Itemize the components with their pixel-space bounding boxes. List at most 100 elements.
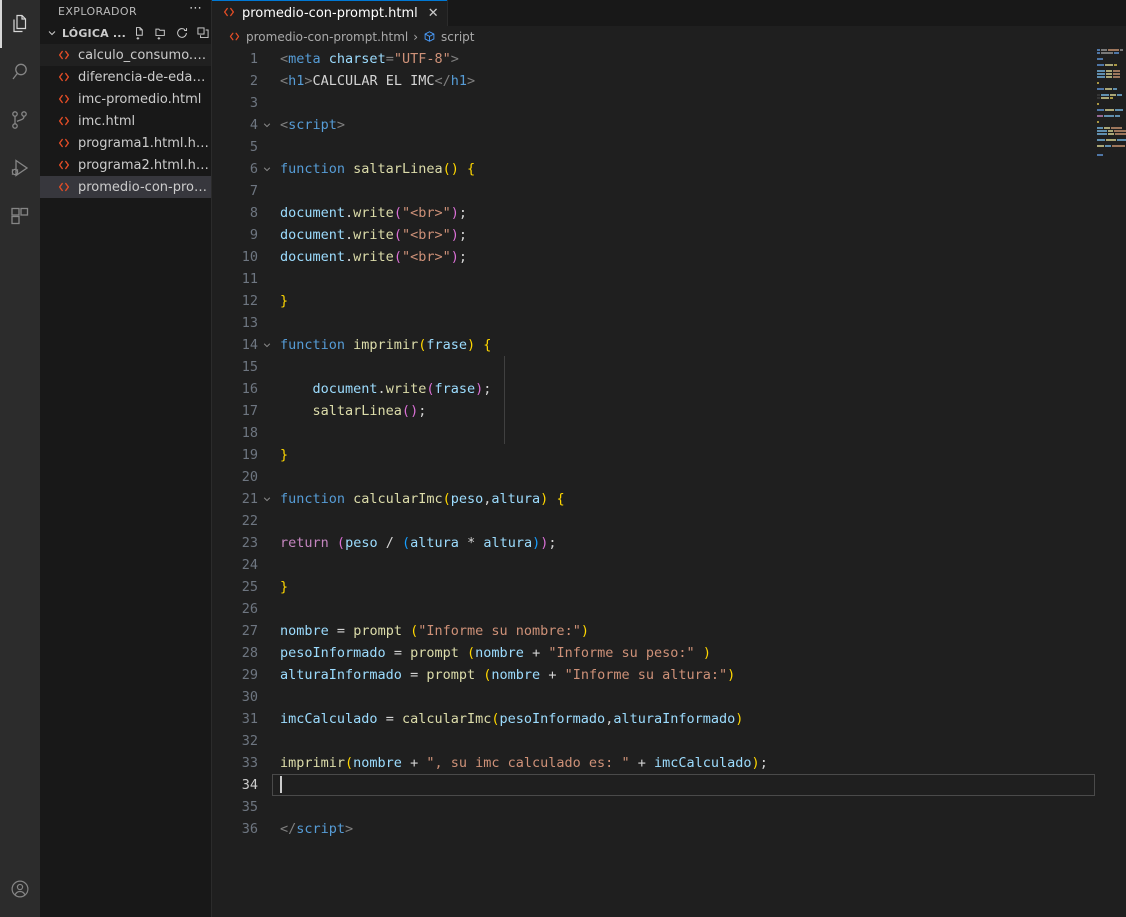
new-folder-icon[interactable] xyxy=(153,25,169,41)
fold-chevron-icon[interactable] xyxy=(258,164,276,174)
symbol-field-icon xyxy=(423,28,436,47)
new-file-icon[interactable] xyxy=(132,25,148,41)
code-text: </script> xyxy=(280,821,354,837)
folder-header-logica[interactable]: LÓGICA ... xyxy=(40,22,211,44)
code-line[interactable]: 21 function calcularImc(peso,altura) { xyxy=(212,488,1126,510)
code-line[interactable]: 34 xyxy=(212,774,1126,796)
code-line[interactable]: 23 return (peso / (altura * altura)); xyxy=(212,532,1126,554)
code-line[interactable]: 3 xyxy=(212,92,1126,114)
html-file-icon xyxy=(56,180,72,194)
line-number: 18 xyxy=(241,425,258,441)
code-text: document.write(frase); xyxy=(312,381,492,397)
indent-guide xyxy=(504,356,505,444)
breadcrumb-symbol-label: script xyxy=(441,30,475,44)
file-tree-item-label: promedio-con-promp... xyxy=(78,179,211,195)
code-line[interactable]: 17 saltarLinea(); xyxy=(212,400,1126,422)
file-tree-item[interactable]: imc.html xyxy=(40,110,211,132)
tab-promedio-con-prompt[interactable]: promedio-con-prompt.html ✕ xyxy=(212,0,448,26)
extensions-icon xyxy=(8,204,32,228)
code-line[interactable]: 30 xyxy=(212,686,1126,708)
activity-item-extensions[interactable] xyxy=(0,192,40,240)
code-line[interactable]: 32 xyxy=(212,730,1126,752)
code-line[interactable]: 36 </script> xyxy=(212,818,1126,840)
fold-chevron-icon[interactable] xyxy=(258,340,276,350)
code-line[interactable]: 31 imcCalculado = calcularImc(pesoInforma… xyxy=(212,708,1126,730)
html-file-icon xyxy=(56,92,72,106)
code-line[interactable]: 5 xyxy=(212,136,1126,158)
code-line[interactable]: 24 xyxy=(212,554,1126,576)
line-number: 13 xyxy=(241,315,258,331)
code-line[interactable]: 6 function saltarLinea() { xyxy=(212,158,1126,180)
code-line[interactable]: 14 function imprimir(frase) { xyxy=(212,334,1126,356)
code-line[interactable]: 7 xyxy=(212,180,1126,202)
code-line[interactable]: 11 xyxy=(212,268,1126,290)
line-number: 5 xyxy=(249,139,258,155)
code-editor[interactable]: 1 <meta charset="UTF-8"> 2 <h1>CALCULAR EL … xyxy=(212,48,1126,917)
line-number: 10 xyxy=(241,249,258,265)
fold-chevron-icon[interactable] xyxy=(258,494,276,504)
code-line[interactable]: 35 xyxy=(212,796,1126,818)
line-number: 29 xyxy=(241,667,258,683)
code-line[interactable]: 33 imprimir(nombre + ", su imc calculado … xyxy=(212,752,1126,774)
code-text: } xyxy=(280,447,289,463)
code-text: <h1>CALCULAR EL IMC</h1> xyxy=(280,73,476,89)
code-line[interactable]: 8 document.write("<br>"); xyxy=(212,202,1126,224)
line-number: 23 xyxy=(241,535,258,551)
code-text: imcCalculado = calcularImc(pesoInformado… xyxy=(280,711,744,727)
file-tree-item-label: imc.html xyxy=(78,113,136,129)
minimap[interactable] xyxy=(1095,48,1126,917)
activity-item-accounts[interactable] xyxy=(0,867,40,911)
line-number: 28 xyxy=(241,645,258,661)
code-line[interactable]: 29 alturaInformado = prompt (nombre + "In… xyxy=(212,664,1126,686)
code-text: } xyxy=(280,293,289,309)
code-line[interactable]: 27 nombre = prompt ("Informe su nombre:") xyxy=(212,620,1126,642)
line-number: 19 xyxy=(241,447,258,463)
file-tree: calculo_consumo.html diferencia-de-edades… xyxy=(40,44,211,917)
file-tree-item[interactable]: calculo_consumo.html xyxy=(40,44,211,66)
activity-item-explorer[interactable] xyxy=(0,0,40,48)
code-line[interactable]: 26 xyxy=(212,598,1126,620)
code-text: document.write("<br>"); xyxy=(280,249,468,265)
file-tree-item[interactable]: promedio-con-promp... xyxy=(40,176,211,198)
line-number: 7 xyxy=(249,183,258,199)
code-text: function imprimir(frase) { xyxy=(280,337,492,353)
code-line[interactable]: 13 xyxy=(212,312,1126,334)
code-line[interactable]: 20 xyxy=(212,466,1126,488)
code-line[interactable]: 9 document.write("<br>"); xyxy=(212,224,1126,246)
file-tree-item-label: programa2.html.html xyxy=(78,157,211,173)
code-line[interactable]: 4 <script> xyxy=(212,114,1126,136)
file-tree-item[interactable]: imc-promedio.html xyxy=(40,88,211,110)
file-tree-item[interactable]: diferencia-de-edades.... xyxy=(40,66,211,88)
code-line[interactable]: 18 xyxy=(212,422,1126,444)
collapse-all-icon[interactable] xyxy=(195,25,211,41)
code-line[interactable]: 25} xyxy=(212,576,1126,598)
activity-item-search[interactable] xyxy=(0,48,40,96)
code-line[interactable]: 10 document.write("<br>"); xyxy=(212,246,1126,268)
line-number: 3 xyxy=(249,95,258,111)
code-line[interactable]: 28 pesoInformado = prompt (nombre + "Info… xyxy=(212,642,1126,664)
line-number: 6 xyxy=(249,161,258,177)
activity-item-run-and-debug[interactable] xyxy=(0,144,40,192)
code-text: } xyxy=(280,579,289,595)
code-line[interactable]: 15 xyxy=(212,356,1126,378)
line-number: 9 xyxy=(249,227,258,243)
line-number: 32 xyxy=(241,733,258,749)
refresh-icon[interactable] xyxy=(174,25,190,41)
file-tree-item[interactable]: programa1.html.html xyxy=(40,132,211,154)
line-number: 11 xyxy=(241,271,258,287)
code-line[interactable]: 2 <h1>CALCULAR EL IMC</h1> xyxy=(212,70,1126,92)
breadcrumb-item-file[interactable]: promedio-con-prompt.html xyxy=(228,28,408,47)
code-line[interactable]: 22 xyxy=(212,510,1126,532)
code-line[interactable]: 19} xyxy=(212,444,1126,466)
breadcrumb-item-symbol[interactable]: script xyxy=(423,28,474,47)
activity-item-source-control[interactable] xyxy=(0,96,40,144)
code-line[interactable]: 16 document.write(frase); xyxy=(212,378,1126,400)
code-line[interactable]: 1 <meta charset="UTF-8"> xyxy=(212,48,1126,70)
file-tree-item[interactable]: programa2.html.html xyxy=(40,154,211,176)
explorer-header: EXPLORADOR ⋯ xyxy=(40,0,211,22)
fold-chevron-icon[interactable] xyxy=(258,120,276,130)
explorer-more-actions[interactable]: ⋯ xyxy=(189,2,203,18)
code-line[interactable]: 12} xyxy=(212,290,1126,312)
close-icon[interactable]: ✕ xyxy=(428,7,439,20)
search-icon xyxy=(8,60,32,84)
